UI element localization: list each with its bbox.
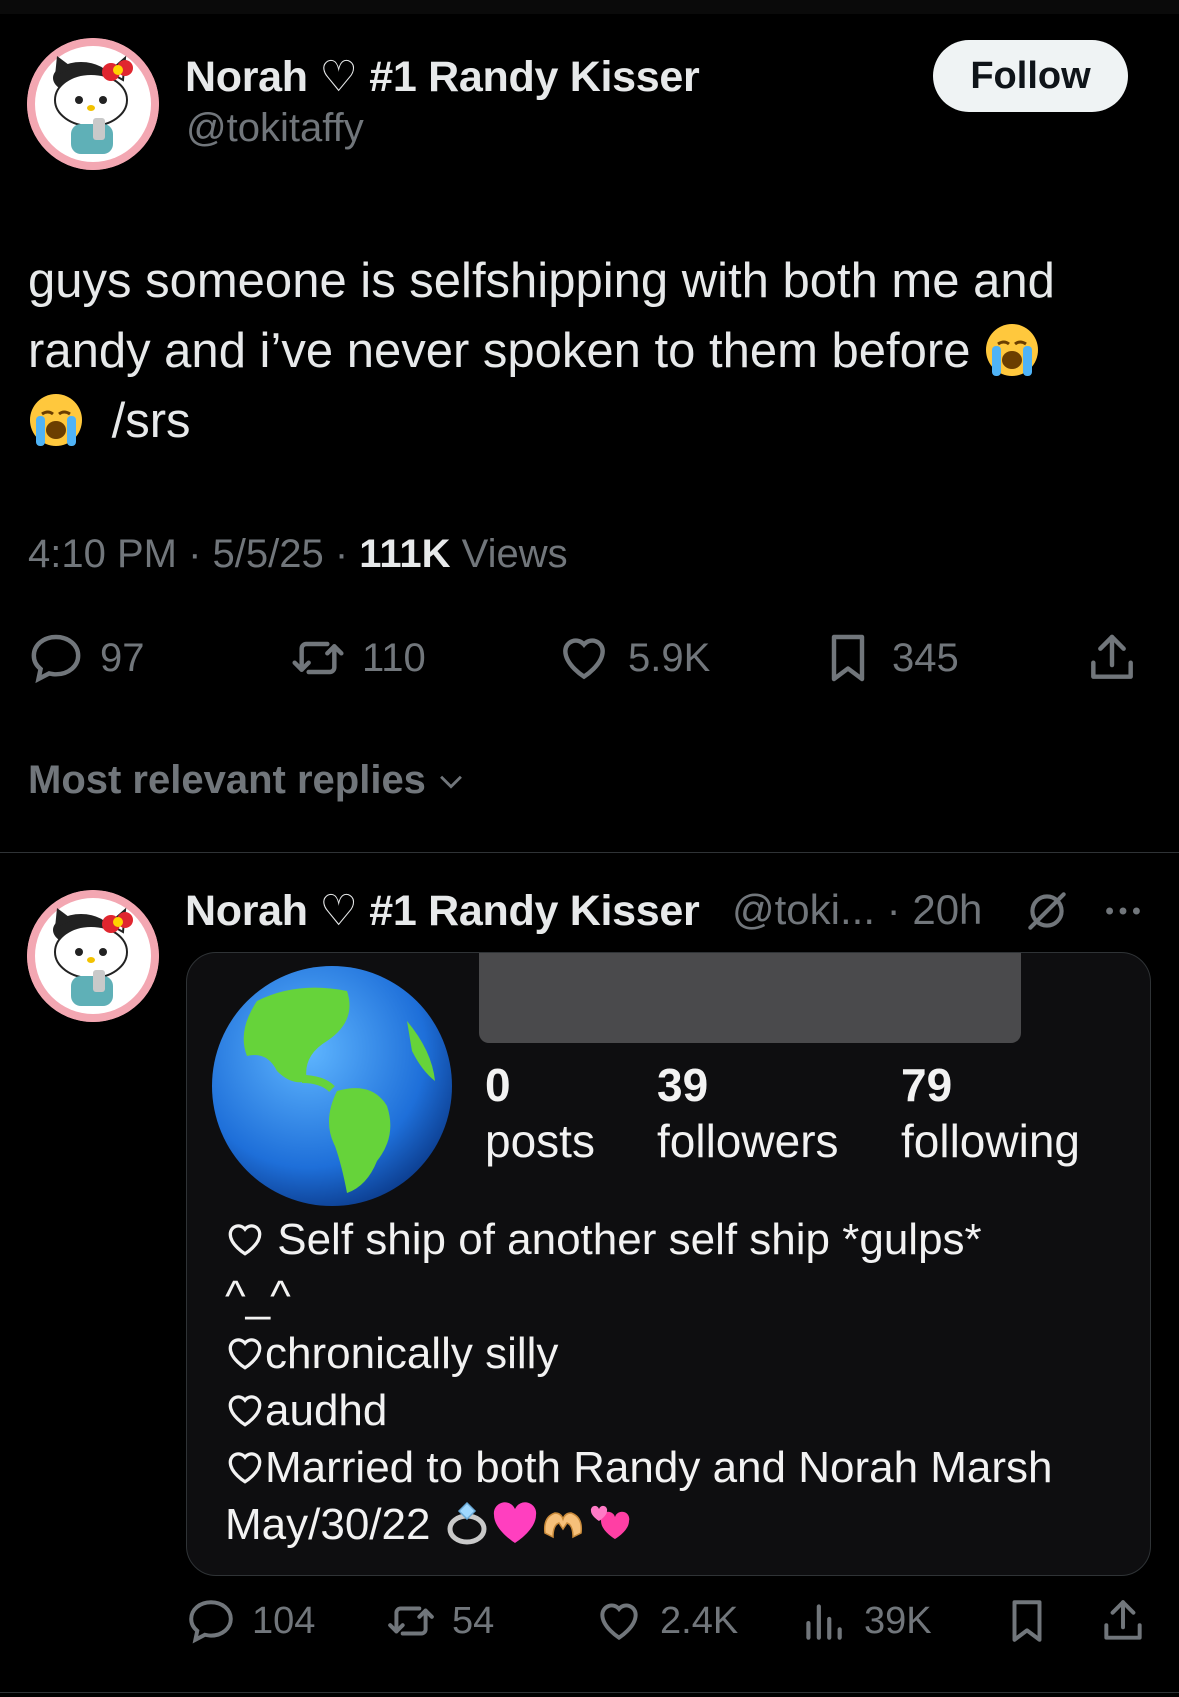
tweet-text-line-3: /srs xyxy=(111,394,191,448)
like-count: 5.9K xyxy=(628,635,711,680)
bio-line-6: May/30/22 xyxy=(225,1500,431,1549)
two-hearts-emoji-icon xyxy=(590,1506,629,1540)
divider xyxy=(0,852,1179,853)
pink-heart-emoji-icon xyxy=(493,1502,536,1544)
hello-kitty-avatar-image xyxy=(27,38,159,170)
bookmark-count: 345 xyxy=(892,635,959,680)
loudly-crying-face-emoji-icon xyxy=(30,394,82,447)
reply-like-count: 2.4K xyxy=(660,1599,739,1642)
heart-icon xyxy=(563,638,605,680)
bookmark-icon xyxy=(1012,1600,1042,1642)
reply-reply-button[interactable]: 104 xyxy=(186,1596,315,1646)
bio-line-4: audhd xyxy=(265,1386,388,1435)
share-button[interactable] xyxy=(1084,630,1140,686)
reply-meta: @toki... · 20h xyxy=(732,886,983,933)
heart-outline-icon xyxy=(228,1395,262,1428)
author-name[interactable]: Norah ♡ #1 Randy Kisser xyxy=(185,52,700,102)
posts-label: posts xyxy=(485,1115,595,1167)
reply-repost-button[interactable]: 54 xyxy=(386,1596,494,1646)
reply-author-avatar[interactable] xyxy=(27,890,159,1022)
reply-reply-count: 104 xyxy=(252,1599,316,1642)
bio-line-2: ^_^ xyxy=(225,1272,291,1321)
views-count: 111K xyxy=(359,532,451,576)
reply-count: 97 xyxy=(100,635,145,680)
reply-repost-count: 54 xyxy=(452,1599,495,1642)
divider xyxy=(0,1692,1179,1693)
share-icon xyxy=(1091,634,1133,679)
posts-stat: 0 posts xyxy=(485,1057,595,1169)
bio-line-1: Self ship of another self ship *gulps* xyxy=(277,1215,982,1264)
tweet-text-line-1: guys someone is selfshipping with both m… xyxy=(28,254,1055,308)
heart-outline-icon xyxy=(228,1452,262,1485)
grok-icon[interactable] xyxy=(1022,886,1072,936)
reply-age[interactable]: 20h xyxy=(912,886,982,933)
reply-views-count: 39K xyxy=(864,1599,932,1642)
tweet-time[interactable]: 4:10 PM xyxy=(28,532,177,576)
bookmark-icon xyxy=(831,634,865,682)
heart-icon xyxy=(600,1603,638,1641)
tweet-meta: 4:10 PM · 5/5/25 · 111K Views xyxy=(28,532,568,576)
heart-outline-icon xyxy=(228,1338,262,1371)
bio-line-3: chronically silly xyxy=(265,1329,559,1378)
replies-sort-label: Most relevant replies xyxy=(28,758,426,802)
reply-author-name[interactable]: Norah ♡ #1 Randy Kisser xyxy=(185,886,700,936)
profile-bio: Self ship of another self ship *gulps* ^… xyxy=(225,1211,1125,1553)
repost-button[interactable]: 110 xyxy=(290,630,426,686)
author-handle[interactable]: @tokitaffy xyxy=(186,106,364,151)
hello-kitty-avatar-image xyxy=(27,890,159,1022)
repost-icon xyxy=(388,1606,434,1636)
chevron-down-icon xyxy=(440,775,462,789)
reply-icon xyxy=(189,1600,233,1644)
bookmark-button[interactable]: 345 xyxy=(820,630,959,686)
ring-emoji-icon xyxy=(447,1502,487,1545)
followers-stat: 39 followers xyxy=(657,1057,839,1169)
replies-sort-dropdown[interactable]: Most relevant replies xyxy=(28,758,468,803)
following-label: following xyxy=(901,1115,1080,1167)
status-strip xyxy=(0,0,1179,14)
reply-views-button[interactable]: 39K xyxy=(798,1596,932,1646)
reply-like-button[interactable]: 2.4K xyxy=(594,1596,738,1646)
reply-icon xyxy=(31,634,81,684)
tweet-text: guys someone is selfshipping with both m… xyxy=(28,246,1148,456)
views-analytics-icon xyxy=(806,1604,842,1640)
reply-button[interactable]: 97 xyxy=(28,630,145,686)
tweet-text-line-2: randy and i’ve never spoken to them befo… xyxy=(28,324,971,378)
reply-handle[interactable]: @toki... xyxy=(732,886,875,933)
views-label: Views xyxy=(461,532,568,576)
loudly-crying-face-emoji-icon xyxy=(986,324,1039,377)
more-options-icon[interactable] xyxy=(1100,888,1146,934)
reply-bookmark-button[interactable] xyxy=(1002,1596,1052,1646)
repost-icon xyxy=(292,641,344,675)
following-stat: 79 following xyxy=(901,1057,1080,1169)
following-count: 79 xyxy=(901,1059,953,1111)
header-banner xyxy=(479,953,1021,1043)
followers-label: followers xyxy=(657,1115,839,1167)
author-avatar[interactable] xyxy=(27,38,159,170)
follow-button[interactable]: Follow xyxy=(933,40,1128,112)
heart-outline-icon xyxy=(228,1224,262,1257)
reply-share-button[interactable] xyxy=(1098,1596,1148,1646)
attached-image[interactable]: 0 posts 39 followers 79 following Self s… xyxy=(186,952,1151,1576)
bio-line-5: Married to both Randy and Norah Marsh xyxy=(265,1443,1053,1492)
globe-americas-icon xyxy=(212,966,452,1206)
followers-count: 39 xyxy=(657,1059,709,1111)
like-button[interactable]: 5.9K xyxy=(556,630,710,686)
heart-hands-emoji-icon xyxy=(543,1512,582,1539)
repost-count: 110 xyxy=(362,635,426,680)
posts-count: 0 xyxy=(485,1059,511,1111)
share-icon xyxy=(1104,1600,1142,1640)
tweet-date[interactable]: 5/5/25 xyxy=(213,532,324,576)
